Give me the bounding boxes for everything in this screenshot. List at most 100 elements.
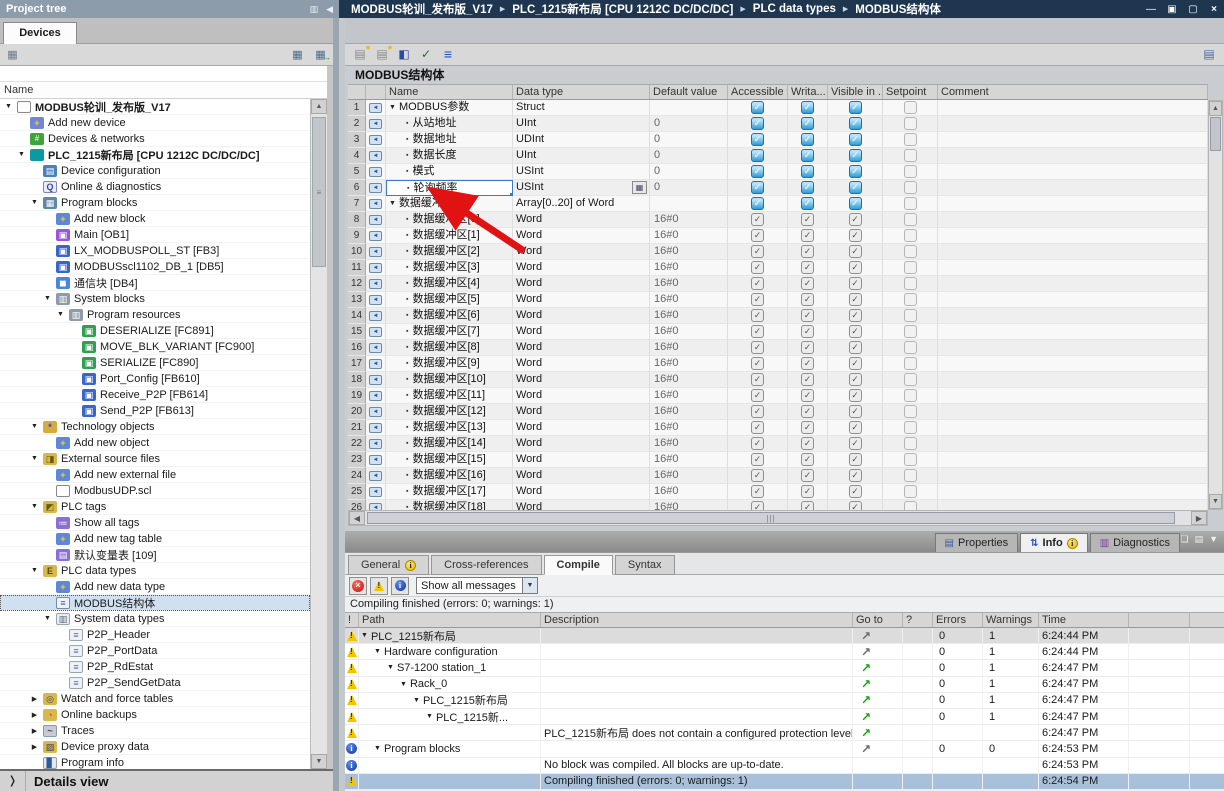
tree-item[interactable]: +Add new device xyxy=(0,115,310,131)
visible-checkbox[interactable]: ✓ xyxy=(849,309,862,322)
datatype-cell[interactable]: UInt xyxy=(513,116,650,132)
maximize-icon[interactable] xyxy=(1187,4,1199,15)
collapse-icon[interactable]: ▼ xyxy=(42,615,53,622)
chevron-down-icon[interactable]: ▼ xyxy=(522,578,537,593)
accessible-checkbox[interactable]: ✓ xyxy=(751,453,764,466)
table-row[interactable]: 25◄▪数据缓冲区[17]Word16#0✓✓✓ xyxy=(348,484,1208,500)
comment-cell[interactable] xyxy=(938,100,1208,116)
default-value-cell[interactable]: 0 xyxy=(650,164,728,180)
comment-cell[interactable] xyxy=(938,116,1208,132)
setpoint-checkbox[interactable] xyxy=(904,101,917,114)
setpoint-checkbox[interactable] xyxy=(904,405,917,418)
tree-item[interactable]: ModbusUDP.scl xyxy=(0,483,310,499)
table-row[interactable]: 17◄▪数据缓冲区[9]Word16#0✓✓✓ xyxy=(348,356,1208,372)
subtab-syntax[interactable]: Syntax xyxy=(615,555,675,575)
comment-cell[interactable] xyxy=(938,132,1208,148)
expand-details-icon[interactable]: ❭ xyxy=(0,771,26,791)
column-header[interactable]: Writa... xyxy=(788,85,828,99)
name-cell[interactable]: ▪数据长度 xyxy=(386,148,513,164)
setpoint-checkbox[interactable] xyxy=(904,341,917,354)
goto-cell[interactable]: ↗ xyxy=(853,628,903,643)
tree-item[interactable]: ≡P2P_RdEstat xyxy=(0,659,310,675)
datatype-cell[interactable]: Word xyxy=(513,244,650,260)
compile-row[interactable]: ▼PLC_1215新布局↗016:24:47 PM xyxy=(345,693,1224,709)
datatype-cell[interactable]: Word xyxy=(513,452,650,468)
table-row[interactable]: 7◄▼数据缓冲区Array[0..20] of Word✓✓✓ xyxy=(348,196,1208,212)
tree-item[interactable]: ▣Receive_P2P [FB614] xyxy=(0,387,310,403)
writable-checkbox[interactable]: ✓ xyxy=(801,197,814,210)
open-editor-icon[interactable] xyxy=(312,47,329,63)
collapse-icon[interactable]: ▼ xyxy=(29,423,40,430)
compile-row[interactable]: No block was compiled. All blocks are up… xyxy=(345,758,1224,774)
writable-checkbox[interactable]: ✓ xyxy=(801,261,814,274)
writable-checkbox[interactable]: ✓ xyxy=(801,357,814,370)
writable-checkbox[interactable]: ✓ xyxy=(801,437,814,450)
visible-checkbox[interactable]: ✓ xyxy=(849,261,862,274)
name-cell[interactable]: ▪数据缓冲区[8] xyxy=(386,340,513,356)
setpoint-checkbox[interactable] xyxy=(904,133,917,146)
tree-item[interactable]: ≡P2P_Header xyxy=(0,627,310,643)
goto-cell[interactable]: ↗ xyxy=(853,741,903,756)
breadcrumb-item[interactable]: MODBUS结构体 xyxy=(855,1,941,17)
column-header[interactable]: Comment xyxy=(938,85,1208,99)
pin-panel-icon[interactable]: ▥ xyxy=(310,0,319,18)
name-cell[interactable]: ▪数据缓冲区[15] xyxy=(386,452,513,468)
visible-checkbox[interactable]: ✓ xyxy=(849,101,862,114)
goto-cell[interactable]: ↗ xyxy=(853,693,903,708)
tree-item[interactable]: ▣MODBUSscl1102_DB_1 [DB5] xyxy=(0,259,310,275)
table-row[interactable]: 15◄▪数据缓冲区[7]Word16#0✓✓✓ xyxy=(348,324,1208,340)
name-cell[interactable]: ▪数据缓冲区[6] xyxy=(386,308,513,324)
comment-cell[interactable] xyxy=(938,324,1208,340)
writable-checkbox[interactable]: ✓ xyxy=(801,405,814,418)
writable-checkbox[interactable]: ✓ xyxy=(801,421,814,434)
setpoint-checkbox[interactable] xyxy=(904,453,917,466)
accessible-checkbox[interactable]: ✓ xyxy=(751,133,764,146)
comment-cell[interactable] xyxy=(938,196,1208,212)
datatype-cell[interactable]: USInt xyxy=(513,164,650,180)
column-header[interactable]: Time xyxy=(1039,613,1129,627)
tree-item[interactable]: ≡P2P_PortData xyxy=(0,643,310,659)
default-value-cell[interactable]: 16#0 xyxy=(650,260,728,276)
editor-horizontal-scrollbar[interactable]: ◀ ||| ▶ xyxy=(348,510,1208,526)
goto-cell[interactable]: ↗ xyxy=(853,709,903,724)
comment-cell[interactable] xyxy=(938,372,1208,388)
table-row[interactable]: 14◄▪数据缓冲区[6]Word16#0✓✓✓ xyxy=(348,308,1208,324)
collapse-icon[interactable]: ▼ xyxy=(29,199,40,206)
name-cell[interactable]: ▪数据缓冲区[18] xyxy=(386,500,513,510)
tree-item[interactable]: ▼▦Program blocks xyxy=(0,195,310,211)
tree-item[interactable]: ▣DESERIALIZE [FC891] xyxy=(0,323,310,339)
goto-arrow-icon[interactable]: ↗ xyxy=(861,710,871,724)
datatype-cell[interactable]: Word xyxy=(513,404,650,420)
visible-checkbox[interactable]: ✓ xyxy=(849,405,862,418)
comment-cell[interactable] xyxy=(938,420,1208,436)
setpoint-checkbox[interactable] xyxy=(904,501,917,510)
goto-arrow-icon[interactable]: ↗ xyxy=(861,693,871,707)
column-header[interactable]: Visible in ... xyxy=(828,85,883,99)
name-cell[interactable]: ▪数据缓冲区[17] xyxy=(386,484,513,500)
writable-checkbox[interactable]: ✓ xyxy=(801,469,814,482)
expand-icon[interactable]: ▶ xyxy=(29,695,40,703)
comment-cell[interactable] xyxy=(938,452,1208,468)
table-row[interactable]: 24◄▪数据缓冲区[16]Word16#0✓✓✓ xyxy=(348,468,1208,484)
tree-item[interactable]: +Add new tag table xyxy=(0,531,310,547)
goto-arrow-icon[interactable]: ↗ xyxy=(861,661,871,675)
datatype-cell[interactable]: Word xyxy=(513,436,650,452)
datatype-cell[interactable]: Word xyxy=(513,228,650,244)
tree-item[interactable]: ▣LX_MODBUSPOLL_ST [FB3] xyxy=(0,243,310,259)
setpoint-checkbox[interactable] xyxy=(904,197,917,210)
default-value-cell[interactable]: 16#0 xyxy=(650,340,728,356)
expand-icon[interactable]: ▶ xyxy=(29,727,40,735)
name-cell[interactable]: ▪数据缓冲区[4] xyxy=(386,276,513,292)
subtab-cross-references[interactable]: Cross-references xyxy=(431,555,541,575)
datatype-cell[interactable]: Word xyxy=(513,292,650,308)
datatype-cell[interactable]: Word xyxy=(513,340,650,356)
writable-checkbox[interactable]: ✓ xyxy=(801,453,814,466)
accessible-checkbox[interactable]: ✓ xyxy=(751,293,764,306)
visible-checkbox[interactable]: ✓ xyxy=(849,325,862,338)
scroll-down-icon[interactable]: ▼ xyxy=(1209,494,1222,509)
name-cell[interactable]: ▪数据缓冲区[11] xyxy=(386,388,513,404)
tree-item[interactable]: ▼MODBUS轮训_发布版_V17 xyxy=(0,99,310,115)
table-row[interactable]: 6◄▪轮询频率USInt▦0✓✓✓ xyxy=(348,180,1208,196)
table-row[interactable]: 9◄▪数据缓冲区[1]Word16#0✓✓✓ xyxy=(348,228,1208,244)
collapse-icon[interactable]: ▼ xyxy=(29,503,40,510)
